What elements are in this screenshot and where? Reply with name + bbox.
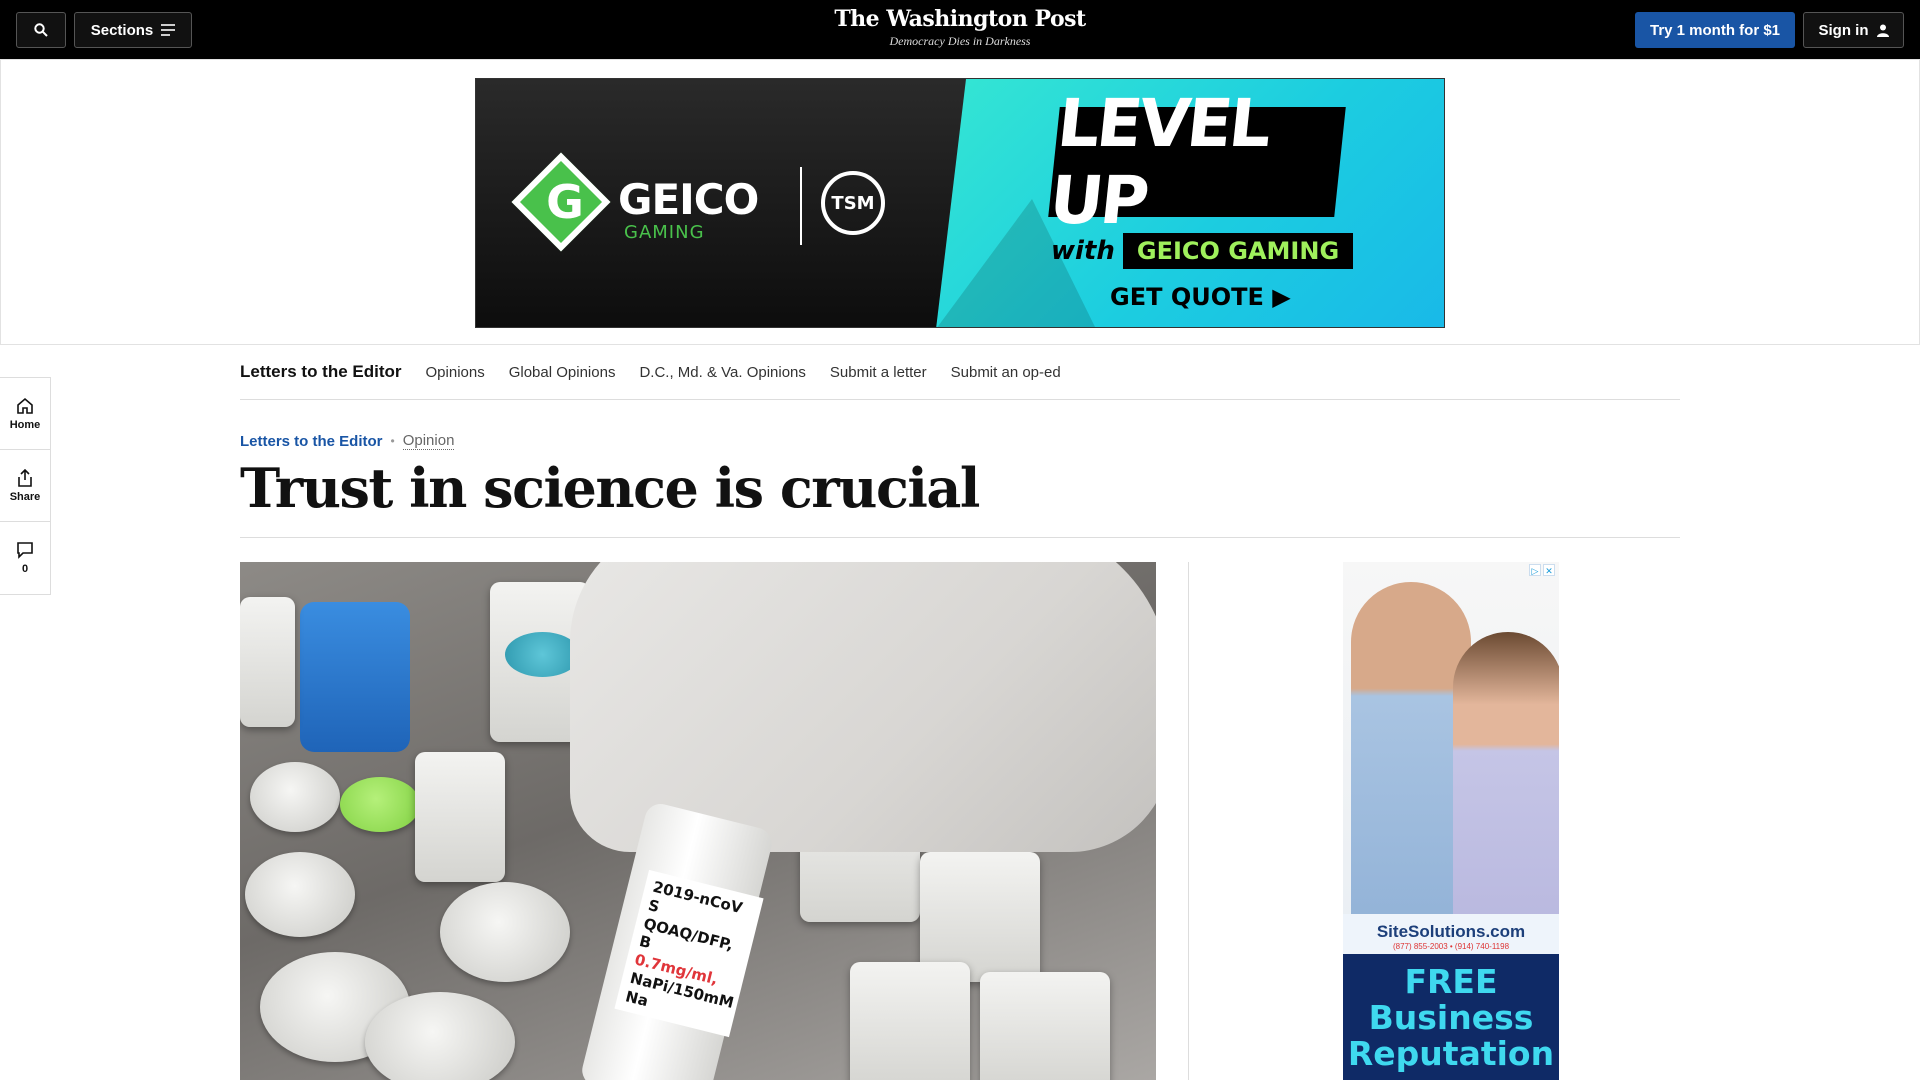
with-text: with — [1051, 236, 1115, 266]
section-nav-link-submit-letter[interactable]: Submit a letter — [830, 364, 927, 381]
brand-logo[interactable]: The Washington Post Democracy Dies in Da… — [810, 6, 1110, 49]
sidebar-ad-person-woman — [1453, 632, 1559, 962]
ad-divider — [800, 167, 802, 245]
sidebar-ad-phones: (877) 855-2003 • (914) 740-1198 — [1392, 941, 1510, 951]
ad-choices-icon[interactable]: ▷ — [1529, 564, 1541, 576]
geico-wordmark: GEICO — [618, 175, 759, 224]
sidebar-ad[interactable]: ▷ ✕ SiteSolutions.com (877) 855-2003 • (… — [1343, 562, 1559, 1080]
section-nav-link-submit-oped[interactable]: Submit an op-ed — [951, 364, 1061, 381]
rail-home-label: Home — [9, 418, 41, 431]
get-quote-cta[interactable]: GET QUOTE ▶ — [1110, 283, 1291, 311]
sections-label: Sections — [90, 21, 154, 39]
rail-share-label: Share — [9, 490, 41, 503]
kicker-separator: • — [390, 434, 395, 448]
sidebar-ad-promo: FREE Business Reputation — [1343, 954, 1559, 1080]
photo-vial — [240, 597, 295, 727]
photo-blue-cap — [300, 602, 410, 752]
share-icon — [18, 468, 32, 487]
photo-green-lid — [340, 777, 420, 832]
menu-icon — [161, 24, 176, 36]
article-opinion-label[interactable]: Opinion — [402, 432, 455, 450]
article-lead-photo[interactable]: 2019-nCoV S QOAQ/DFP, B 0.7mg/ml, NaPi/1… — [240, 562, 1156, 1080]
rail-comments-button[interactable]: 0 — [0, 522, 50, 594]
sign-in-label: Sign in — [1818, 21, 1869, 39]
level-up-headline: LEVEL UP — [1046, 85, 1346, 239]
sidebar-ad-logo: SiteSolutions.com (877) 855-2003 • (914)… — [1343, 914, 1559, 958]
photo-vial — [850, 962, 970, 1080]
photo-vial — [415, 752, 505, 882]
section-nav: Letters to the Editor Opinions Global Op… — [240, 345, 1680, 400]
user-icon — [1876, 24, 1889, 37]
sidebar-ad-site-name: SiteSolutions.com — [1376, 921, 1526, 941]
geico-ad-banner[interactable]: G GEICO GAMING TSM LEVEL UP with GEICO G… — [475, 78, 1445, 328]
photo-vial-lid — [250, 762, 340, 832]
rail-home-button[interactable]: Home — [0, 378, 50, 450]
ad-close-icon[interactable]: ✕ — [1543, 564, 1555, 576]
sign-in-button[interactable]: Sign in — [1803, 12, 1904, 48]
subscribe-button[interactable]: Try 1 month for $1 — [1635, 12, 1795, 48]
search-button[interactable] — [16, 12, 66, 48]
article-category-link[interactable]: Letters to the Editor — [240, 433, 383, 450]
photo-teal-cap — [505, 632, 580, 677]
brand-tagline: Democracy Dies in Darkness — [889, 34, 1031, 48]
geico-gaming-text: GAMING — [624, 222, 705, 243]
rail-share-button[interactable]: Share — [0, 450, 50, 522]
ad-choices[interactable]: ▷ ✕ — [1529, 564, 1555, 576]
masthead: Sections The Washington Post Democracy D… — [0, 0, 1920, 59]
left-rail: Home Share 0 — [0, 377, 51, 595]
geico-gaming-pill: GEICO GAMING — [1122, 233, 1354, 269]
photo-vial — [980, 972, 1110, 1080]
section-nav-primary[interactable]: Letters to the Editor — [240, 362, 402, 382]
with-geico-line: with GEICO GAMING — [1051, 233, 1354, 269]
tsm-logo: TSM — [821, 171, 885, 235]
photo-vial-lid — [440, 882, 570, 982]
sidebar-ad-photo — [1343, 562, 1559, 962]
column-divider — [1188, 562, 1189, 1080]
article-kicker: Letters to the Editor • Opinion — [240, 432, 455, 450]
home-icon — [17, 397, 33, 414]
article-headline: Trust in science is crucial — [240, 456, 980, 520]
geico-g-mark: G — [546, 175, 584, 229]
comment-icon — [17, 542, 33, 559]
section-nav-link-global-opinions[interactable]: Global Opinions — [509, 364, 616, 381]
brand-name: The Washington Post — [834, 6, 1086, 32]
search-icon — [34, 23, 48, 37]
photo-vial-lid — [245, 852, 355, 937]
headline-divider — [240, 537, 1680, 538]
sections-button[interactable]: Sections — [74, 12, 192, 48]
rail-comments-count: 0 — [21, 563, 29, 575]
section-nav-link-opinions[interactable]: Opinions — [426, 364, 485, 381]
section-nav-link-local-opinions[interactable]: D.C., Md. & Va. Opinions — [639, 364, 805, 381]
